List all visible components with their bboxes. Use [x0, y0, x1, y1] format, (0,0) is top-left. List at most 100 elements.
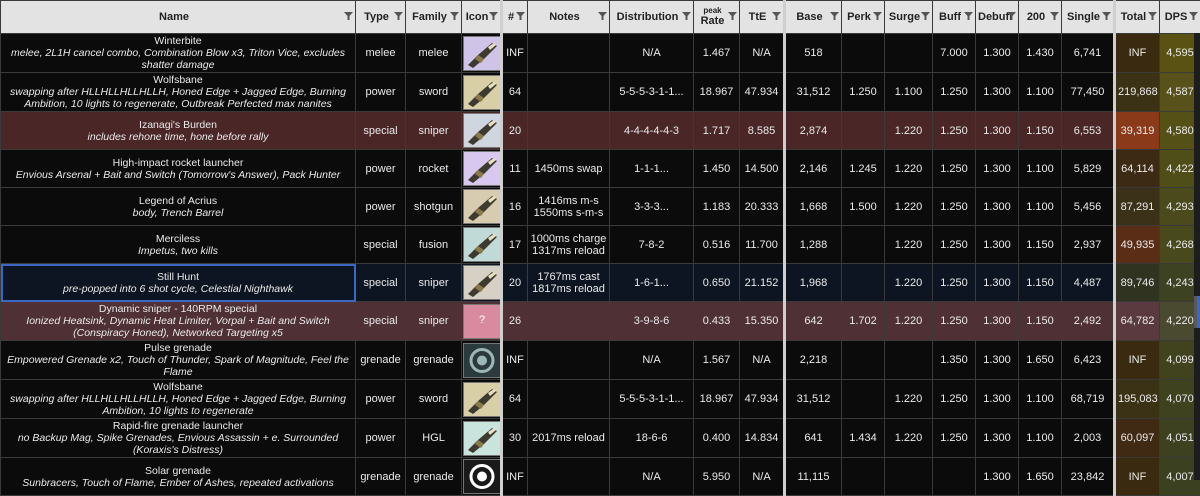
cell-base[interactable]: 1,968 — [785, 264, 842, 302]
cell-name[interactable]: Legend of Acriusbody, Trench Barrel — [1, 188, 356, 226]
cell-icon[interactable] — [462, 188, 502, 226]
cell-distribution[interactable]: 18-6-6 — [610, 419, 694, 458]
cell-distribution[interactable]: 3-9-8-6 — [610, 302, 694, 341]
cell-tte[interactable]: 14.500 — [740, 150, 785, 188]
header-tte[interactable]: TtE — [740, 1, 785, 34]
cell-count[interactable]: 11 — [502, 150, 528, 188]
cell-family[interactable]: sword — [406, 73, 462, 112]
cell-total[interactable]: INF — [1115, 34, 1160, 73]
cell-surge[interactable]: 1.220 — [885, 419, 933, 458]
filter-icon[interactable] — [1189, 11, 1198, 21]
cell-name[interactable]: High-impact rocket launcherEnvious Arsen… — [1, 150, 356, 188]
cell-count[interactable]: 30 — [502, 419, 528, 458]
cell-buff[interactable]: 1.250 — [933, 264, 976, 302]
cell-buff[interactable]: 1.350 — [933, 341, 976, 380]
cell-debuff[interactable]: 1.300 — [976, 188, 1019, 226]
cell-type[interactable]: melee — [356, 34, 406, 73]
cell-single[interactable]: 6,423 — [1062, 341, 1115, 380]
cell-name[interactable]: MercilessImpetus, two kills — [1, 226, 356, 264]
header-name[interactable]: Name — [1, 1, 356, 34]
cell-200[interactable]: 1.100 — [1019, 73, 1062, 112]
cell-base[interactable]: 31,512 — [785, 380, 842, 419]
cell-surge[interactable]: 1.220 — [885, 302, 933, 341]
cell-200[interactable]: 1.100 — [1019, 188, 1062, 226]
cell-count[interactable]: INF — [502, 458, 528, 496]
cell-notes[interactable] — [528, 458, 610, 496]
cell-count[interactable]: 26 — [502, 302, 528, 341]
cell-rate[interactable]: 18.967 — [694, 73, 740, 112]
cell-total[interactable]: 49,935 — [1115, 226, 1160, 264]
cell-buff[interactable]: 7.000 — [933, 34, 976, 73]
cell-distribution[interactable]: 4-4-4-4-4-3 — [610, 112, 694, 150]
filter-icon[interactable] — [1050, 11, 1059, 21]
cell-tte[interactable]: 14.834 — [740, 419, 785, 458]
cell-count[interactable]: 20 — [502, 264, 528, 302]
cell-200[interactable]: 1.430 — [1019, 34, 1062, 73]
cell-total[interactable]: INF — [1115, 458, 1160, 496]
cell-distribution[interactable]: 5-5-5-3-1-1... — [610, 73, 694, 112]
cell-tte[interactable]: 21.152 — [740, 264, 785, 302]
cell-total[interactable]: 219,868 — [1115, 73, 1160, 112]
cell-single[interactable]: 5,829 — [1062, 150, 1115, 188]
cell-rate[interactable]: 1.450 — [694, 150, 740, 188]
cell-icon[interactable] — [462, 226, 502, 264]
cell-type[interactable]: special — [356, 302, 406, 341]
cell-perk[interactable]: 1.702 — [842, 302, 885, 341]
cell-single[interactable]: 6,741 — [1062, 34, 1115, 73]
cell-type[interactable]: power — [356, 150, 406, 188]
cell-perk[interactable] — [842, 112, 885, 150]
cell-perk[interactable]: 1.250 — [842, 73, 885, 112]
table-row[interactable]: MercilessImpetus, two killsspecialfusion… — [1, 226, 1200, 264]
cell-single[interactable]: 2,492 — [1062, 302, 1115, 341]
header-notes[interactable]: Notes — [528, 1, 610, 34]
cell-name[interactable]: Izanagi's Burdenincludes rehone time, ho… — [1, 112, 356, 150]
table-row[interactable]: High-impact rocket launcherEnvious Arsen… — [1, 150, 1200, 188]
cell-surge[interactable]: 1.220 — [885, 380, 933, 419]
cell-count[interactable]: 64 — [502, 73, 528, 112]
cell-tte[interactable]: N/A — [740, 458, 785, 496]
cell-debuff[interactable]: 1.300 — [976, 73, 1019, 112]
cell-rate[interactable]: 1.567 — [694, 341, 740, 380]
cell-rate[interactable]: 0.650 — [694, 264, 740, 302]
cell-buff[interactable]: 1.250 — [933, 380, 976, 419]
cell-distribution[interactable]: 1-6-1... — [610, 264, 694, 302]
cell-icon[interactable] — [462, 458, 502, 496]
cell-perk[interactable] — [842, 264, 885, 302]
cell-total[interactable]: 64,782 — [1115, 302, 1160, 341]
cell-tte[interactable]: N/A — [740, 34, 785, 73]
cell-distribution[interactable]: N/A — [610, 341, 694, 380]
table-row[interactable]: Legend of Acriusbody, Trench Barrelpower… — [1, 188, 1200, 226]
cell-name[interactable]: Winterbitemelee, 2L1H cancel combo, Comb… — [1, 34, 356, 73]
cell-rate[interactable]: 1.717 — [694, 112, 740, 150]
cell-200[interactable]: 1.150 — [1019, 226, 1062, 264]
filter-icon[interactable] — [516, 11, 525, 21]
cell-200[interactable]: 1.150 — [1019, 302, 1062, 341]
cell-200[interactable]: 1.100 — [1019, 380, 1062, 419]
cell-200[interactable]: 1.150 — [1019, 112, 1062, 150]
cell-debuff[interactable]: 1.300 — [976, 419, 1019, 458]
header-buff[interactable]: Buff — [933, 1, 976, 34]
cell-surge[interactable] — [885, 34, 933, 73]
cell-name[interactable]: Dynamic sniper - 140RPM specialIonized H… — [1, 302, 356, 341]
cell-total[interactable]: 64,114 — [1115, 150, 1160, 188]
cell-notes[interactable] — [528, 73, 610, 112]
filter-icon[interactable] — [772, 11, 781, 21]
table-row[interactable]: Wolfsbaneswapping after HLLHLLHLLHLLH, H… — [1, 380, 1200, 419]
cell-family[interactable]: sniper — [406, 302, 462, 341]
cell-count[interactable]: 16 — [502, 188, 528, 226]
cell-family[interactable]: shotgun — [406, 188, 462, 226]
cell-family[interactable]: grenade — [406, 341, 462, 380]
header-dps[interactable]: DPS — [1160, 1, 1200, 34]
cell-type[interactable]: power — [356, 380, 406, 419]
cell-perk[interactable]: 1.434 — [842, 419, 885, 458]
cell-family[interactable]: sword — [406, 380, 462, 419]
cell-tte[interactable]: 15.350 — [740, 302, 785, 341]
cell-type[interactable]: special — [356, 112, 406, 150]
filter-icon[interactable] — [344, 11, 353, 21]
filter-icon[interactable] — [450, 11, 459, 21]
cell-notes[interactable]: 1416ms m-s 1550ms s-m-s — [528, 188, 610, 226]
header-family[interactable]: Family — [406, 1, 462, 34]
filter-icon[interactable] — [873, 11, 882, 21]
filter-icon[interactable] — [964, 11, 973, 21]
cell-icon[interactable]: ? — [462, 302, 502, 341]
